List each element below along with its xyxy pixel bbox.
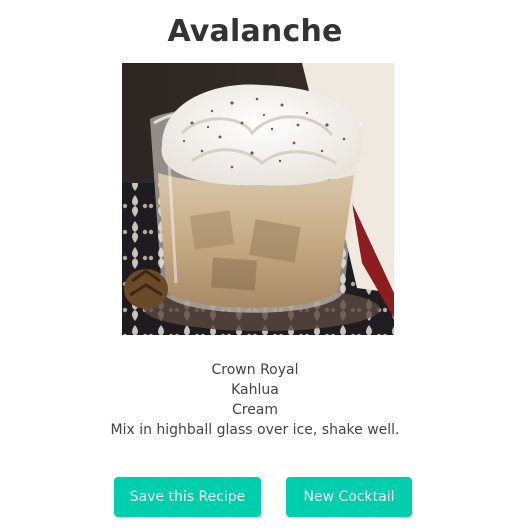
new-cocktail-button[interactable]: New Cocktail	[286, 477, 412, 517]
recipe-details: Crown Royal Kahlua Cream Mix in highball…	[0, 360, 510, 440]
cocktail-photo	[122, 63, 394, 335]
save-recipe-button[interactable]: Save this Recipe	[114, 477, 261, 517]
ingredient-item: Cream	[231, 402, 279, 418]
ingredient-item: Kahlua	[231, 382, 279, 398]
cocktail-title: Avalanche	[167, 14, 343, 49]
ingredient-item: Crown Royal	[211, 362, 299, 378]
recipe-instructions: Mix in highball glass over ice, shake we…	[110, 422, 400, 438]
